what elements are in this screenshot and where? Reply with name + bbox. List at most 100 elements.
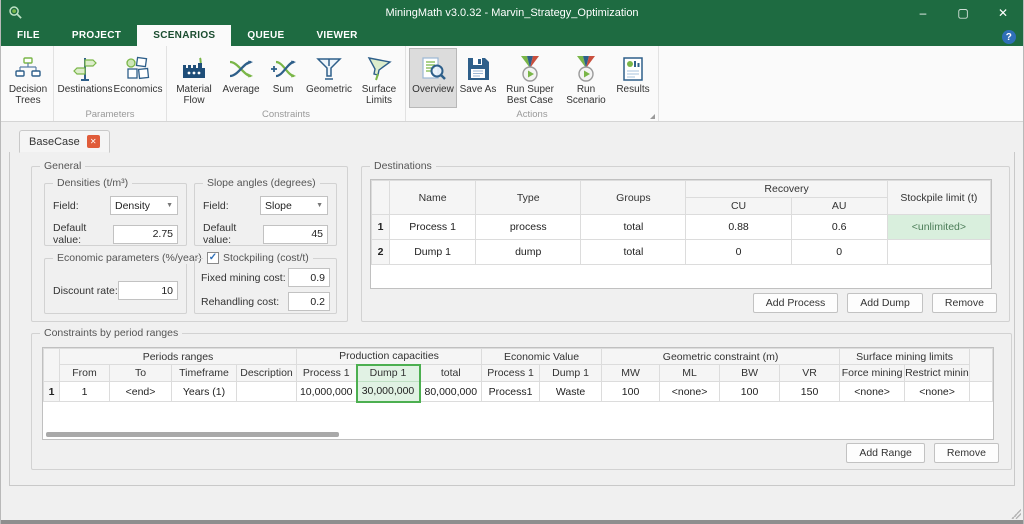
cell-dump1-value[interactable]: Waste (540, 382, 602, 402)
column-header-restrict-mining[interactable]: Restrict mining (905, 365, 970, 382)
menu-viewer[interactable]: VIEWER (300, 25, 373, 46)
cell-from[interactable]: 1 (60, 382, 110, 402)
cell-description[interactable] (237, 382, 297, 402)
maximize-button[interactable]: ▢ (943, 0, 983, 25)
column-header-cu[interactable]: CU (686, 198, 791, 215)
density-default-input[interactable]: 2.75 (113, 225, 178, 244)
column-header-description[interactable]: Description (237, 365, 297, 382)
cell-vr[interactable]: 150 (780, 382, 840, 402)
horizontal-scrollbar[interactable] (46, 432, 990, 437)
cell-dump1-capacity[interactable]: 30,000,000 (357, 382, 420, 402)
cell-force-mining[interactable]: <none> (840, 382, 905, 402)
column-header-dump1-capacity[interactable]: Dump 1 (357, 365, 420, 382)
column-header-groups[interactable]: Groups (581, 181, 686, 215)
cell-groups[interactable]: total (581, 240, 686, 265)
cell-type[interactable]: process (476, 215, 581, 240)
column-header-timeframe[interactable]: Timeframe (172, 365, 237, 382)
cell-au[interactable]: 0.6 (791, 215, 887, 240)
discount-rate-input[interactable]: 10 (118, 281, 178, 300)
stockpiling-checkbox[interactable]: ✓ (207, 252, 219, 264)
cell-cu[interactable]: 0 (686, 240, 791, 265)
geometric-button[interactable]: Geometric (302, 48, 356, 108)
column-header-recovery[interactable]: Recovery (686, 181, 887, 198)
add-range-button[interactable]: Add Range (846, 443, 925, 463)
column-header-dump1-value[interactable]: Dump 1 (540, 365, 602, 382)
overview-button[interactable]: Overview (409, 48, 457, 108)
row-number[interactable]: 1 (44, 382, 60, 402)
resize-grip[interactable] (1011, 509, 1021, 519)
decision-trees-button[interactable]: Decision Trees (6, 48, 50, 108)
menu-queue[interactable]: QUEUE (231, 25, 300, 46)
economic-legend: Economic parameters (%/year) (53, 252, 206, 264)
cell-type[interactable]: dump (476, 240, 581, 265)
minimize-button[interactable]: – (903, 0, 943, 25)
column-header-au[interactable]: AU (791, 198, 887, 215)
slope-field-select[interactable]: Slope ▼ (260, 196, 328, 215)
cell-au[interactable]: 0 (791, 240, 887, 265)
tab-close-icon[interactable]: ✕ (87, 135, 100, 148)
average-button[interactable]: Average (218, 48, 264, 108)
cell-groups[interactable]: total (581, 215, 686, 240)
column-header-vr[interactable]: VR (780, 365, 840, 382)
economics-button[interactable]: Economics (113, 48, 163, 108)
cell-cu[interactable]: 0.88 (686, 215, 791, 240)
menu-scenarios[interactable]: SCENARIOS (137, 25, 231, 46)
document-tab-bar: BaseCase ✕ (1, 122, 1023, 152)
row-number[interactable]: 1 (372, 215, 390, 240)
column-header-process1-capacity[interactable]: Process 1 (297, 365, 357, 382)
density-field-select[interactable]: Density ▼ (110, 196, 178, 215)
run-super-best-case-button[interactable]: Run Super Best Case (499, 48, 561, 108)
cell-mw[interactable]: 100 (602, 382, 660, 402)
close-button[interactable]: ✕ (983, 0, 1023, 25)
cell-stockpile-limit[interactable]: <unlimited> (887, 215, 990, 240)
cell-bw[interactable]: 100 (720, 382, 780, 402)
destinations-button[interactable]: Destinations (57, 48, 113, 108)
column-header-bw[interactable]: BW (720, 365, 780, 382)
table-row: 1 Process 1 process total 0.88 0.6 <unli… (372, 215, 991, 240)
column-header-from[interactable]: From (60, 365, 110, 382)
row-number[interactable]: 2 (372, 240, 390, 265)
sum-button[interactable]: Sum (264, 48, 302, 108)
actions-dialog-launcher-icon[interactable] (650, 114, 655, 119)
rehandling-cost-input[interactable]: 0.2 (288, 292, 330, 311)
column-header-name[interactable]: Name (390, 181, 476, 215)
cell-name[interactable]: Process 1 (390, 215, 476, 240)
surface-funnel-icon (365, 53, 393, 84)
material-flow-button[interactable]: Material Flow (170, 48, 218, 108)
cell-ml[interactable]: <none> (660, 382, 720, 402)
cell-stockpile-limit[interactable] (887, 240, 990, 265)
add-process-button[interactable]: Add Process (753, 293, 839, 313)
column-header-force-mining[interactable]: Force mining (840, 365, 905, 382)
fixed-mining-cost-input[interactable]: 0.9 (288, 268, 330, 287)
remove-destination-button[interactable]: Remove (932, 293, 997, 313)
cell-timeframe[interactable]: Years (1) (172, 382, 237, 402)
menu-project[interactable]: PROJECT (56, 25, 137, 46)
results-button[interactable]: Results (611, 48, 655, 108)
cell-total-capacity[interactable]: 80,000,000 (420, 382, 482, 402)
cell-name[interactable]: Dump 1 (390, 240, 476, 265)
remove-range-button[interactable]: Remove (934, 443, 999, 463)
add-dump-button[interactable]: Add Dump (847, 293, 923, 313)
field-label: Field: (203, 200, 229, 212)
column-header-total-capacity[interactable]: total (420, 365, 482, 382)
cell-to[interactable]: <end> (110, 382, 172, 402)
help-button[interactable]: ? (1002, 30, 1016, 44)
cell-process1-value[interactable]: Process1 (482, 382, 540, 402)
column-header-ml[interactable]: ML (660, 365, 720, 382)
run-scenario-button[interactable]: Run Scenario (561, 48, 611, 108)
menu-file[interactable]: FILE (1, 25, 56, 46)
save-as-button[interactable]: Save As (457, 48, 499, 108)
column-header-stockpile[interactable]: Stockpile limit (t) (887, 181, 990, 215)
column-header-type[interactable]: Type (476, 181, 581, 215)
tab-basecase[interactable]: BaseCase ✕ (19, 130, 110, 153)
surface-limits-button[interactable]: Surface Limits (356, 48, 402, 108)
scrollbar-thumb[interactable] (46, 432, 339, 437)
cell-process1-capacity[interactable]: 10,000,000 (297, 382, 357, 402)
column-header-mw[interactable]: MW (602, 365, 660, 382)
title-bar[interactable]: MiningMath v3.0.32 - Marvin_Strategy_Opt… (1, 0, 1023, 25)
column-header-process1-value[interactable]: Process 1 (482, 365, 540, 382)
slope-default-input[interactable]: 45 (263, 225, 328, 244)
column-header-to[interactable]: To (110, 365, 172, 382)
destinations-legend: Destinations (370, 160, 436, 172)
cell-restrict-mining[interactable]: <none> (905, 382, 970, 402)
